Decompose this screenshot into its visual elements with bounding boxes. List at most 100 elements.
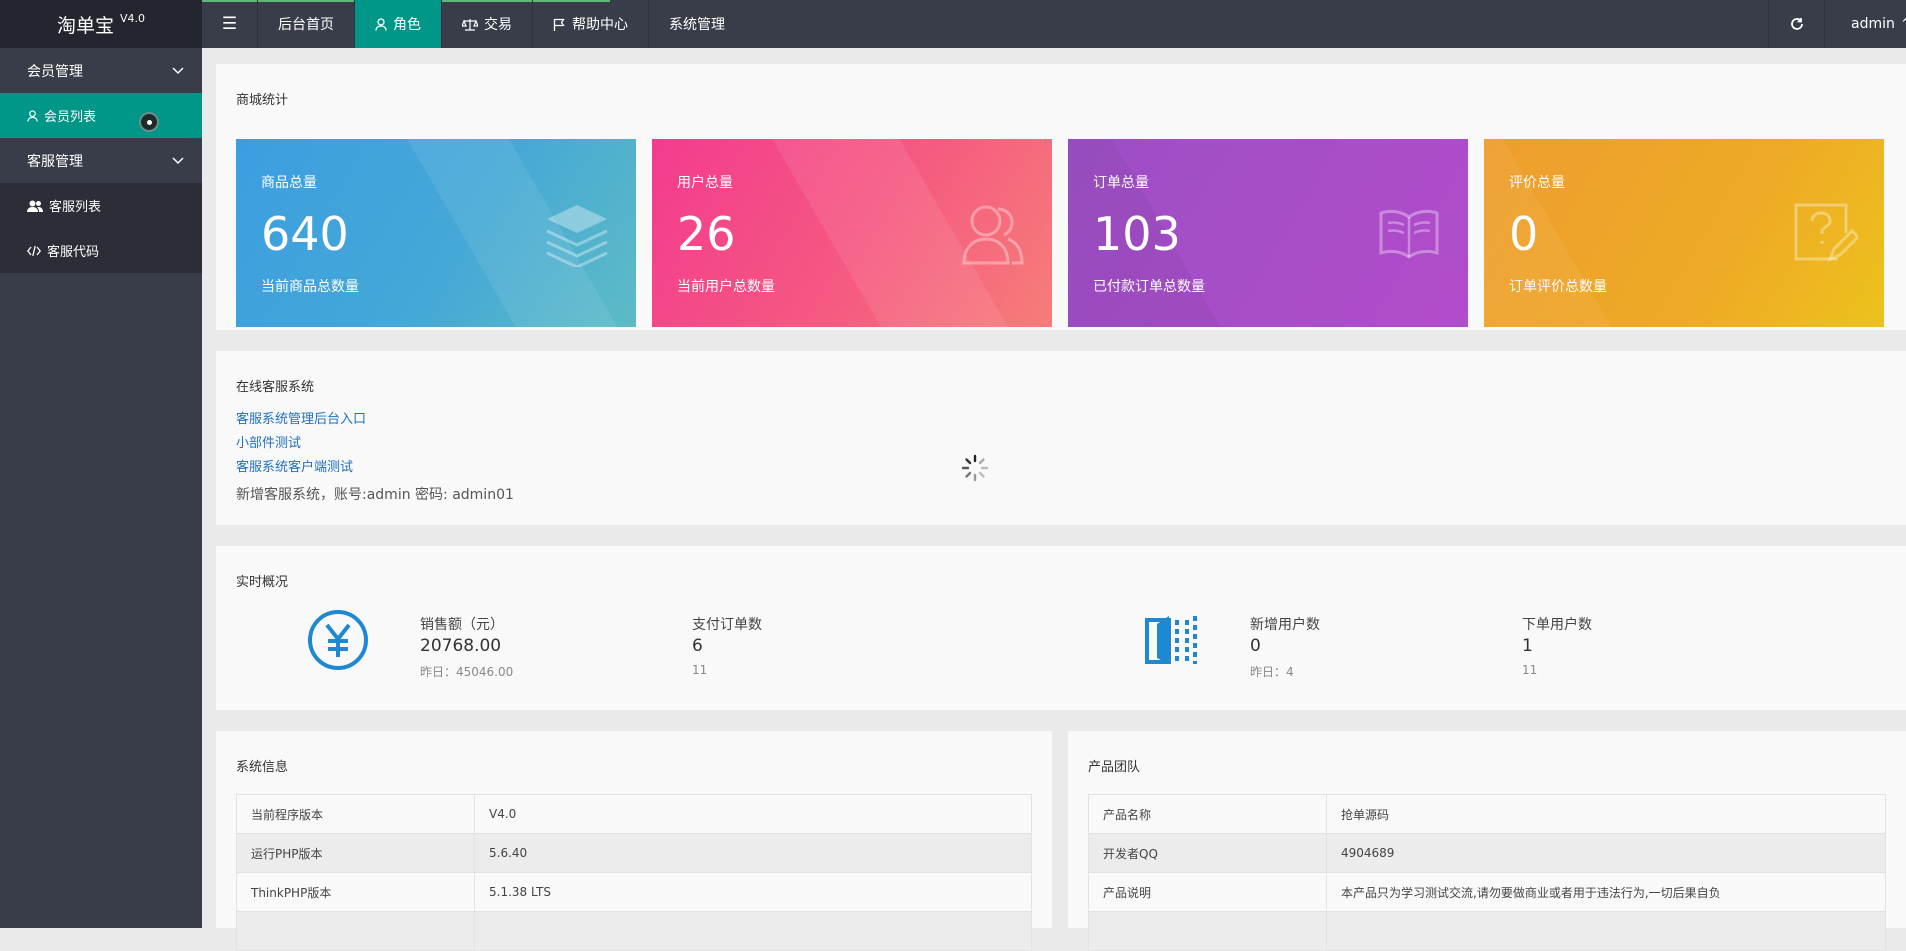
nav-item-label: 交易	[484, 17, 512, 33]
question-doc-icon	[1794, 203, 1858, 262]
stat-card-users[interactable]: 用户总量 26 当前用户总数量	[652, 139, 1052, 327]
sidebar-group-members[interactable]: 会员管理	[0, 48, 202, 93]
ordering-users-value: 1	[1522, 636, 1533, 656]
card-subtitle: 当前商品总数量	[261, 279, 359, 295]
card-value: 26	[677, 207, 736, 261]
table-cell: 本产品只为学习测试交流,请勿要做商业或者用于违法行为,一切后果自负	[1326, 872, 1886, 912]
card-title: 评价总量	[1509, 175, 1565, 191]
paid-orders-sub: 11	[692, 663, 708, 677]
sales-value: 20768.00	[420, 636, 502, 656]
table-cell: V4.0	[474, 794, 1032, 834]
app-logo-text: 淘单宝	[56, 14, 114, 37]
sidebar-group-label: 客服管理	[27, 153, 83, 170]
nav-item-label: 后台首页	[278, 17, 334, 33]
table-cell: 4904689	[1326, 833, 1886, 873]
table-cell: 开发者QQ	[1088, 833, 1327, 873]
nav-item-trade[interactable]: 交易	[441, 0, 532, 48]
yuan-icon	[308, 610, 368, 670]
nav-item-label: 系统管理	[669, 17, 725, 33]
online-service-panel: 在线客服系统 客服系统管理后台入口 小部件测试 客服系统客户端测试 新增客服系统…	[216, 351, 1906, 525]
sidebar-group-label: 会员管理	[27, 63, 83, 80]
service-admin-link[interactable]: 客服系统管理后台入口	[236, 408, 366, 427]
table-row: ThinkPHP版本 5.1.38 LTS	[236, 872, 1032, 912]
code-icon	[27, 245, 41, 256]
card-value: 103	[1093, 207, 1181, 261]
product-team-table: 产品名称 抢单源码 开发者QQ 4904689 产品说明 本产品只为学习测试交流,请勿…	[1088, 794, 1886, 951]
table-cell	[1088, 911, 1327, 951]
menu-indent-icon: ☰	[221, 14, 238, 34]
main-content: 商城统计 商品总量 640 当前商品总数量 用户总量 26 当前用户总数量 订单…	[202, 48, 1906, 951]
table-row: 产品名称 抢单源码	[1088, 794, 1886, 834]
table-cell	[236, 911, 475, 951]
new-users-value: 0	[1250, 636, 1261, 656]
user-icon	[27, 109, 38, 122]
users-icon	[962, 205, 1024, 265]
panel-title: 系统信息	[236, 760, 289, 775]
nav-item-system[interactable]: 系统管理	[648, 0, 745, 48]
table-cell: 产品名称	[1088, 794, 1327, 834]
card-title: 订单总量	[1093, 175, 1149, 191]
sidebar-item-service-code[interactable]: 客服代码	[0, 228, 202, 273]
sidebar-item-member-list[interactable]: 会员列表	[0, 93, 202, 138]
stat-card-reviews[interactable]: 评价总量 0 订单评价总数量	[1484, 139, 1884, 327]
sidebar-item-label: 会员列表	[44, 110, 97, 125]
widget-test-link[interactable]: 小部件测试	[236, 432, 301, 451]
door-icon	[1145, 616, 1197, 664]
paid-orders-label: 支付订单数	[692, 617, 762, 633]
product-team-panel: 产品团队 产品名称 抢单源码 开发者QQ 4904689 产品说明 本产品只为学习测试…	[1068, 731, 1906, 951]
table-row	[1088, 911, 1886, 951]
card-subtitle: 当前用户总数量	[677, 279, 775, 295]
table-row: 当前程序版本 V4.0	[236, 794, 1032, 834]
sidebar: 会员管理 会员列表 客服管理 客服列表 客服代码	[0, 48, 202, 928]
refresh-icon	[1790, 18, 1803, 30]
user-menu[interactable]: admin ^	[1824, 0, 1906, 48]
new-users-label: 新增用户数	[1250, 617, 1320, 633]
nav-item-home[interactable]: 后台首页	[257, 0, 354, 48]
sidebar-item-label: 客服代码	[47, 245, 100, 260]
sales-label: 销售额（元）	[420, 617, 504, 633]
sidebar-toggle-button[interactable]: ☰	[202, 0, 257, 48]
nav-item-help[interactable]: 帮助中心	[532, 0, 648, 48]
paid-orders-value: 6	[692, 636, 703, 656]
card-title: 用户总量	[677, 175, 733, 191]
refresh-button[interactable]	[1768, 0, 1824, 48]
card-subtitle: 订单评价总数量	[1509, 279, 1607, 295]
stat-card-products[interactable]: 商品总量 640 当前商品总数量	[236, 139, 636, 327]
system-info-table: 当前程序版本 V4.0 运行PHP版本 5.6.40 ThinkPHP版本 5.1.3…	[236, 794, 1032, 951]
panel-title: 在线客服系统	[236, 380, 315, 395]
table-row: 开发者QQ 4904689	[1088, 833, 1886, 873]
top-nav: ☰ 后台首页 角色 交易 帮助中心 系统管理	[202, 0, 745, 48]
system-info-panel: 系统信息 当前程序版本 V4.0 运行PHP版本 5.6.40 ThinkPHP版本…	[216, 731, 1052, 951]
cursor-indicator	[139, 112, 159, 132]
table-cell	[1326, 911, 1886, 951]
chevron-down-icon	[172, 66, 184, 74]
mall-stats-panel: 商城统计 商品总量 640 当前商品总数量 用户总量 26 当前用户总数量 订单…	[216, 64, 1906, 330]
nav-item-role[interactable]: 角色	[354, 0, 441, 48]
realtime-overview-panel: 实时概况 销售额（元） 20768.00 昨日：45046.00 支付订单数 6…	[216, 546, 1906, 710]
card-value: 0	[1509, 207, 1539, 261]
table-cell: ThinkPHP版本	[236, 872, 475, 912]
sidebar-group-service[interactable]: 客服管理	[0, 138, 202, 183]
table-cell: 5.6.40	[474, 833, 1032, 873]
table-cell: 产品说明	[1088, 872, 1327, 912]
table-cell: 当前程序版本	[236, 794, 475, 834]
sidebar-item-service-list[interactable]: 客服列表	[0, 183, 202, 228]
nav-item-label: 帮助中心	[572, 17, 628, 33]
layers-icon	[546, 205, 608, 267]
ordering-users-sub: 11	[1522, 663, 1538, 677]
sidebar-item-label: 客服列表	[49, 200, 102, 215]
table-row	[236, 911, 1032, 951]
service-client-test-link[interactable]: 客服系统客户端测试	[236, 456, 353, 475]
nav-item-label: 角色	[393, 17, 421, 33]
stat-card-orders[interactable]: 订单总量 103 已付款订单总数量	[1068, 139, 1468, 327]
username: admin	[1851, 16, 1895, 32]
table-cell: 抢单源码	[1326, 794, 1886, 834]
app-logo[interactable]: 淘单宝 V4.0	[0, 0, 202, 48]
user-icon	[375, 17, 387, 31]
app-version: V4.0	[119, 11, 146, 25]
top-nav-right: admin ^	[1768, 0, 1906, 48]
users-icon	[27, 200, 43, 212]
card-title: 商品总量	[261, 175, 317, 191]
table-cell: 5.1.38 LTS	[474, 872, 1032, 912]
card-subtitle: 已付款订单总数量	[1093, 279, 1205, 295]
